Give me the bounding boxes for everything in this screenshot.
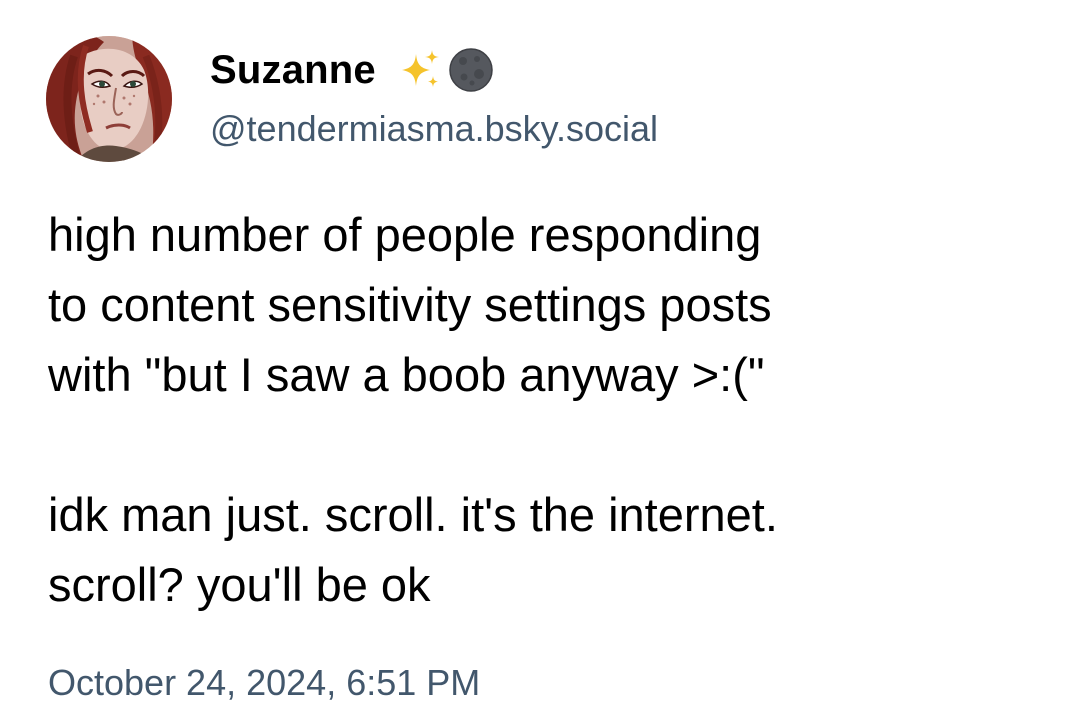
post-paragraph: idk man just. scroll. it's the internet.… [48, 488, 778, 611]
avatar[interactable] [46, 36, 172, 162]
new-moon-icon [449, 48, 493, 92]
post-card: Suzanne @tendermiasma.bsky.social high n… [0, 0, 1080, 723]
post-timestamp[interactable]: October 24, 2024, 6:51 PM [48, 662, 480, 704]
sparkles-icon [401, 50, 439, 87]
author-name-row: Suzanne [210, 42, 494, 98]
avatar-image [46, 36, 172, 162]
post-body: high number of people responding to cont… [48, 200, 1058, 620]
post-paragraph: high number of people responding to cont… [48, 208, 772, 401]
author-handle[interactable]: @tendermiasma.bsky.social [210, 108, 658, 150]
display-name[interactable]: Suzanne [210, 48, 376, 93]
